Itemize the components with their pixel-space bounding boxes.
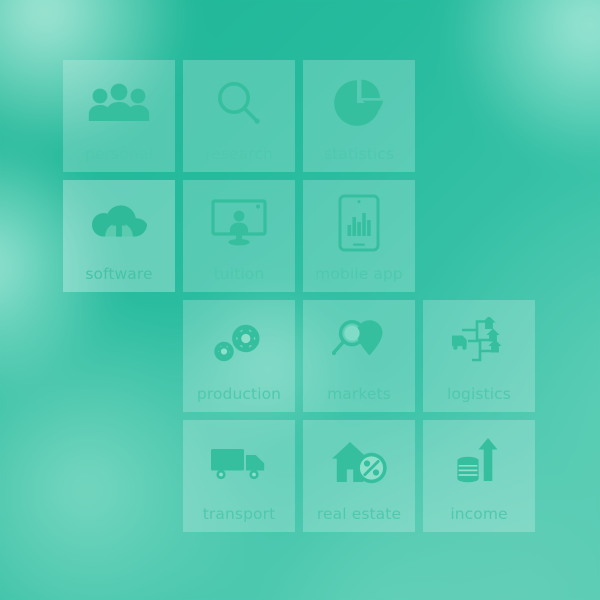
tile-grid: personal research statistics software tu… (0, 0, 600, 600)
delivery-truck-icon (183, 428, 295, 498)
tile-label-personal: personal (85, 145, 153, 163)
tile-transport[interactable]: transport (183, 420, 295, 532)
tile-personal[interactable]: personal (63, 60, 175, 172)
tile-label-mobile-app: mobile app (315, 265, 403, 283)
tile-label-research: research (205, 145, 273, 163)
tile-label-statistics: statistics (323, 145, 395, 163)
tile-label-markets: markets (327, 385, 391, 403)
pie-chart-icon (303, 68, 415, 138)
tile-real-estate[interactable]: real estate (303, 420, 415, 532)
cloud-upload-icon (63, 188, 175, 258)
tile-label-real-estate: real estate (316, 505, 402, 523)
tile-mobile-app[interactable]: mobile app (303, 180, 415, 292)
tile-label-software: software (85, 265, 153, 283)
tile-software[interactable]: software (63, 180, 175, 292)
truck-routes-icon (423, 308, 535, 378)
tile-label-logistics: logistics (447, 385, 511, 403)
tile-statistics[interactable]: statistics (303, 60, 415, 172)
magnifier-map-pin-icon (303, 308, 415, 378)
tile-logistics[interactable]: logistics (423, 300, 535, 412)
tile-tuition[interactable]: tuition (183, 180, 295, 292)
monitor-person-icon (183, 188, 295, 258)
tile-label-transport: transport (202, 505, 276, 523)
tile-production[interactable]: production (183, 300, 295, 412)
tile-markets[interactable]: markets (303, 300, 415, 412)
gears-icon (183, 308, 295, 378)
coins-arrow-icon (423, 428, 535, 498)
tile-income[interactable]: income (423, 420, 535, 532)
tile-dashboard: personal research statistics software tu… (0, 0, 600, 600)
tile-research[interactable]: research (183, 60, 295, 172)
house-percent-icon (303, 428, 415, 498)
tile-label-income: income (450, 505, 508, 523)
magnifier-icon (183, 68, 295, 138)
tile-label-production: production (196, 385, 282, 403)
smartphone-chart-icon (303, 188, 415, 258)
tile-label-tuition: tuition (213, 265, 265, 283)
group-people-icon (63, 68, 175, 138)
